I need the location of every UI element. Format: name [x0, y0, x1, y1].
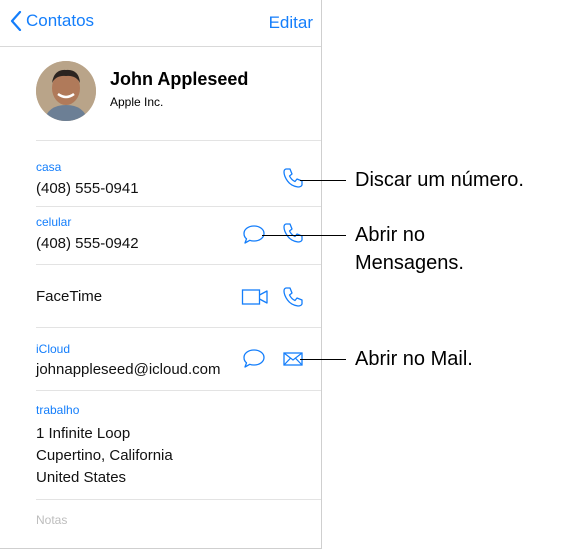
contact-company: Apple Inc.	[110, 95, 164, 109]
callout-line-mail	[300, 359, 346, 360]
phone-icon[interactable]	[282, 286, 304, 308]
callout-messages-line: Mensagens.	[355, 252, 464, 274]
phone-home-number[interactable]: (408) 555-0941	[36, 180, 139, 197]
contact-photo	[36, 61, 96, 121]
separator	[36, 327, 321, 328]
separator	[36, 140, 321, 141]
separator	[36, 390, 321, 391]
facetime-label: FaceTime	[36, 288, 103, 305]
notes-field[interactable]: Notas	[36, 513, 67, 527]
avatar	[36, 61, 96, 121]
phone-mobile-label: celular	[36, 215, 72, 229]
separator	[36, 264, 321, 265]
address-work[interactable]: 1 Infinite Loop Cupertino, California Un…	[36, 423, 173, 489]
callout-line-messages	[262, 235, 346, 236]
address-line: Cupertino, California	[36, 447, 173, 464]
address-line: 1 Infinite Loop	[36, 425, 131, 442]
phone-icon[interactable]	[282, 167, 304, 189]
phone-mobile-number[interactable]: (408) 555-0942	[36, 235, 139, 252]
callout-dial: Discar um número.	[355, 169, 524, 191]
contact-name: John Appleseed	[110, 69, 249, 89]
callout-messages: Abrir no Mensagens.	[355, 221, 464, 277]
callout-line-dial	[300, 180, 346, 181]
chevron-left-icon	[10, 11, 22, 31]
phone-icon[interactable]	[282, 222, 304, 244]
separator	[36, 499, 321, 500]
contact-card: Contatos Editar John Appleseed Apple Inc…	[0, 0, 322, 549]
callout-messages-line: Abrir no	[355, 224, 426, 246]
edit-button[interactable]: Editar	[269, 13, 313, 33]
navigation-bar: Contatos Editar	[0, 0, 321, 47]
address-line: United States	[36, 469, 127, 486]
callout-mail: Abrir no Mail.	[355, 348, 473, 370]
back-label: Contatos	[26, 11, 95, 30]
email-icloud-label: iCloud	[36, 342, 71, 356]
email-icloud-address[interactable]: johnappleseed@icloud.com	[36, 361, 221, 378]
separator	[36, 206, 321, 207]
address-work-label: trabalho	[36, 403, 80, 417]
video-icon[interactable]	[241, 288, 269, 306]
back-button[interactable]: Contatos	[10, 11, 94, 31]
message-icon[interactable]	[242, 348, 266, 370]
phone-home-label: casa	[36, 160, 62, 174]
